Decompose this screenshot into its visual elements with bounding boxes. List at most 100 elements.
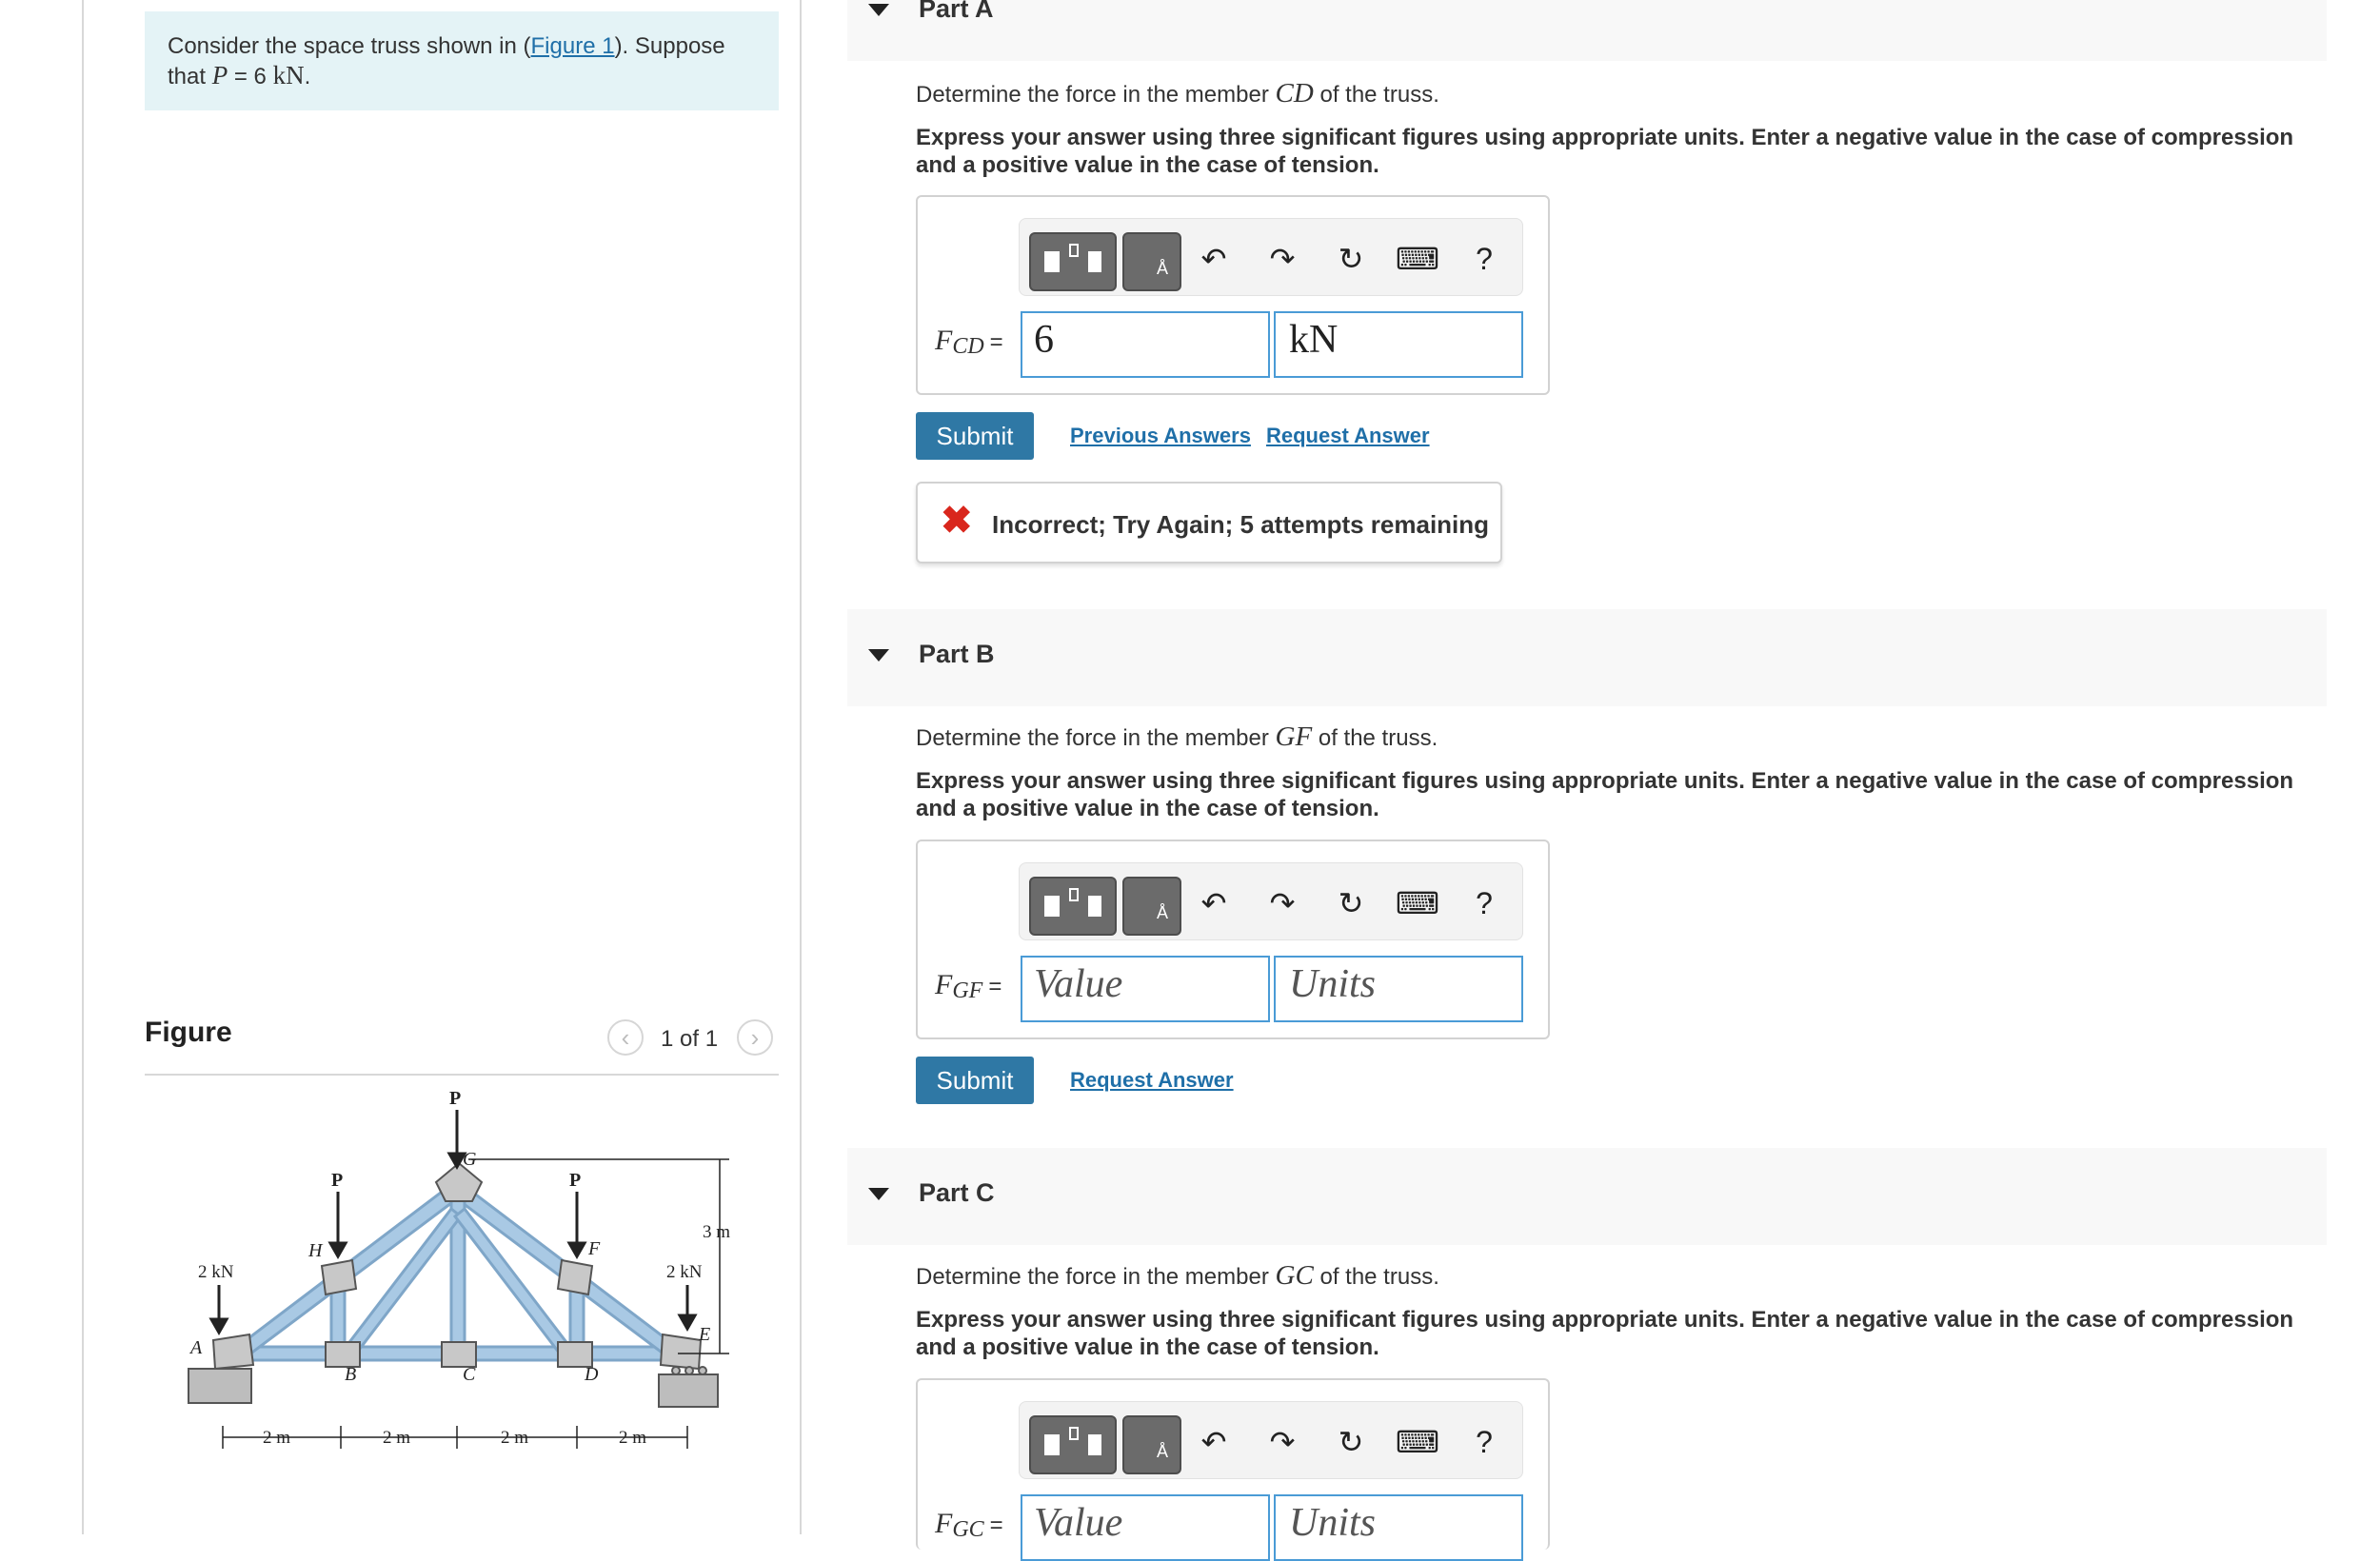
dimension-label-span-4: 2 m bbox=[619, 1428, 646, 1448]
truss-figure: P P P G H F A B C D E 2 kN 2 kN 3 m 2 m … bbox=[188, 1088, 730, 1449]
variable-subscript: CD bbox=[952, 334, 984, 359]
units-input[interactable]: Units bbox=[1274, 956, 1523, 1022]
joint-label-g: G bbox=[463, 1149, 477, 1170]
dimension-label-span-2: 2 m bbox=[383, 1428, 410, 1448]
math-toolbar: Å ↶ ↷ ↻ ⌨ ? bbox=[1019, 862, 1523, 940]
keyboard-icon[interactable]: ⌨ bbox=[1396, 238, 1439, 280]
variable-f: F bbox=[935, 969, 953, 1000]
part-b-submit-button[interactable]: Submit bbox=[916, 1057, 1034, 1104]
reset-icon[interactable]: ↻ bbox=[1330, 238, 1372, 280]
member-gf: GF bbox=[1275, 721, 1313, 752]
problem-period: . bbox=[304, 64, 311, 89]
truss-members bbox=[221, 1177, 689, 1365]
variable-f: F bbox=[935, 325, 953, 356]
question-text: Determine the force in the member bbox=[916, 725, 1276, 751]
question-text-end: of the truss. bbox=[1313, 82, 1439, 108]
part-c-header[interactable]: Part C bbox=[847, 1148, 2327, 1245]
part-a-header[interactable]: Part A bbox=[847, 0, 2327, 61]
collapse-triangle-icon[interactable] bbox=[868, 4, 889, 16]
figure-next-button[interactable]: › bbox=[737, 1019, 773, 1056]
collapse-triangle-icon[interactable] bbox=[868, 649, 889, 662]
value-input[interactable]: Value bbox=[1021, 1494, 1270, 1561]
joint-label-a: A bbox=[188, 1337, 203, 1358]
chevron-right-icon: › bbox=[750, 1022, 760, 1052]
load-label-p-left: P bbox=[331, 1170, 343, 1191]
units-glyph: Å bbox=[1157, 259, 1169, 278]
question-text-end: of the truss. bbox=[1313, 1264, 1439, 1290]
dimension-label-height: 3 m bbox=[703, 1222, 730, 1242]
question-text: Determine the force in the member bbox=[916, 1264, 1276, 1290]
part-b-request-answer-link[interactable]: Request Answer bbox=[1070, 1068, 1234, 1093]
load-label-p-right: P bbox=[569, 1170, 581, 1191]
templates-icon[interactable] bbox=[1029, 232, 1117, 291]
dimension-label-span-1: 2 m bbox=[263, 1428, 290, 1448]
keyboard-icon[interactable]: ⌨ bbox=[1396, 882, 1439, 924]
joint-label-d: D bbox=[584, 1364, 599, 1385]
load-label-p-top: P bbox=[449, 1088, 461, 1109]
problem-text: Consider the space truss shown in ( bbox=[168, 33, 531, 59]
question-text: Determine the force in the member bbox=[916, 82, 1276, 108]
redo-icon[interactable]: ↷ bbox=[1261, 882, 1303, 924]
left-border-line bbox=[82, 0, 84, 1534]
undo-icon[interactable]: ↶ bbox=[1193, 1421, 1235, 1463]
templates-icon[interactable] bbox=[1029, 1415, 1117, 1474]
units-icon[interactable]: Å bbox=[1122, 232, 1181, 291]
feedback-text: Incorrect; Try Again; 5 attempts remaini… bbox=[992, 510, 1490, 539]
load-label-2kn-left: 2 kN bbox=[198, 1262, 234, 1282]
joint-label-c: C bbox=[463, 1364, 476, 1385]
part-b-answer-box: Å ↶ ↷ ↻ ⌨ ? FGF = Value Units bbox=[916, 840, 1550, 1039]
previous-answers-link[interactable]: Previous Answers bbox=[1070, 424, 1251, 448]
reset-icon[interactable]: ↻ bbox=[1330, 1421, 1372, 1463]
reset-icon[interactable]: ↻ bbox=[1330, 882, 1372, 924]
templates-icon[interactable] bbox=[1029, 877, 1117, 936]
chevron-left-icon: ‹ bbox=[621, 1022, 630, 1052]
undo-icon[interactable]: ↶ bbox=[1193, 882, 1235, 924]
help-icon[interactable]: ? bbox=[1463, 238, 1505, 280]
problem-unit: kN bbox=[272, 61, 305, 89]
problem-equals: = 6 bbox=[228, 64, 273, 89]
error-x-icon: ✖ bbox=[941, 500, 973, 542]
column-divider bbox=[800, 0, 802, 1534]
problem-text-line2: that bbox=[168, 64, 212, 89]
variable-p: P bbox=[211, 61, 228, 89]
figure-title: Figure bbox=[145, 1017, 232, 1048]
help-icon[interactable]: ? bbox=[1463, 882, 1505, 924]
answer-variable-label: FCD = bbox=[935, 325, 1003, 359]
part-b-header[interactable]: Part B bbox=[847, 609, 2327, 706]
help-icon[interactable]: ? bbox=[1463, 1421, 1505, 1463]
part-c-question: Determine the force in the member GC of … bbox=[916, 1260, 1439, 1292]
redo-icon[interactable]: ↷ bbox=[1261, 1421, 1303, 1463]
answer-variable-label: FGC = bbox=[935, 1508, 1003, 1542]
member-cd: CD bbox=[1275, 78, 1314, 109]
part-c-answer-box: Å ↶ ↷ ↻ ⌨ ? FGC = Value Units bbox=[916, 1378, 1550, 1561]
question-text-end: of the truss. bbox=[1312, 725, 1438, 751]
part-a-request-answer-link[interactable]: Request Answer bbox=[1266, 424, 1430, 448]
part-b-instructions: Express your answer using three signific… bbox=[916, 768, 2294, 821]
variable-subscript: GF bbox=[952, 978, 983, 1003]
units-glyph: Å bbox=[1157, 1442, 1169, 1461]
keyboard-icon[interactable]: ⌨ bbox=[1396, 1421, 1439, 1463]
joint-label-b: B bbox=[345, 1364, 356, 1385]
value-input[interactable]: 6 bbox=[1021, 311, 1270, 378]
figure-divider bbox=[145, 1074, 779, 1076]
part-a-submit-button[interactable]: Submit bbox=[916, 412, 1034, 460]
member-gc: GC bbox=[1275, 1260, 1314, 1291]
redo-icon[interactable]: ↷ bbox=[1261, 238, 1303, 280]
figure-prev-button[interactable]: ‹ bbox=[607, 1019, 644, 1056]
undo-icon[interactable]: ↶ bbox=[1193, 238, 1235, 280]
units-input[interactable]: Units bbox=[1274, 1494, 1523, 1561]
problem-statement: Consider the space truss shown in (Figur… bbox=[145, 11, 779, 110]
part-c-instructions: Express your answer using three signific… bbox=[916, 1307, 2294, 1360]
units-icon[interactable]: Å bbox=[1122, 1415, 1181, 1474]
part-a-label: Part A bbox=[919, 0, 994, 23]
figure-link[interactable]: Figure 1 bbox=[531, 33, 615, 59]
variable-subscript: GC bbox=[952, 1517, 984, 1542]
units-icon[interactable]: Å bbox=[1122, 877, 1181, 936]
part-a-answer-box: Å ↶ ↷ ↻ ⌨ ? FCD = 6 kN bbox=[916, 195, 1550, 395]
value-input[interactable]: Value bbox=[1021, 956, 1270, 1022]
problem-text-after: ). Suppose bbox=[614, 33, 725, 59]
part-a-instructions: Express your answer using three signific… bbox=[916, 125, 2294, 178]
units-input[interactable]: kN bbox=[1274, 311, 1523, 378]
collapse-triangle-icon[interactable] bbox=[868, 1188, 889, 1200]
feedback-message: ✖ Incorrect; Try Again; 5 attempts remai… bbox=[916, 482, 1502, 563]
